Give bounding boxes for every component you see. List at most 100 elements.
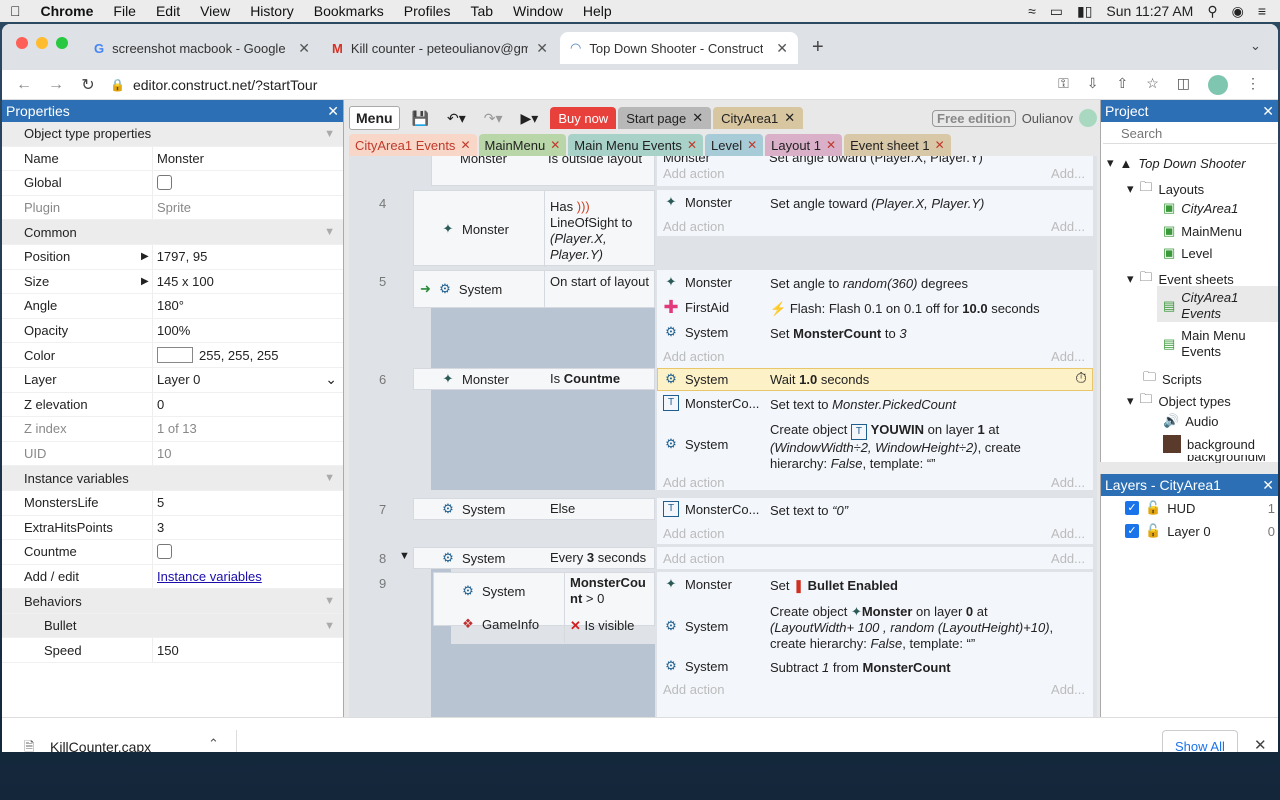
menu-window[interactable]: Window bbox=[503, 3, 573, 19]
expand-arrow-icon[interactable]: ▾ bbox=[1107, 155, 1114, 171]
key-icon[interactable]: ⚿ bbox=[1058, 75, 1069, 95]
add-action-link[interactable]: Add action bbox=[663, 526, 724, 541]
close-panel-icon[interactable]: ✕ bbox=[327, 103, 339, 120]
tree-layout-mainmenu[interactable]: ▣ MainMenu bbox=[1163, 223, 1242, 239]
siri-icon[interactable]: ◉ bbox=[1232, 3, 1244, 20]
menu-view[interactable]: View bbox=[190, 3, 240, 19]
tab-search-icon[interactable]: ⌄ bbox=[1250, 38, 1261, 54]
browser-tab-google[interactable]: G screenshot macbook - Google ✕ bbox=[84, 32, 320, 64]
side-panel-icon[interactable]: ◫ bbox=[1177, 75, 1190, 95]
menu-file[interactable]: File bbox=[103, 3, 146, 19]
property-section[interactable]: Instance variables ▼ bbox=[2, 466, 343, 491]
collapse-chevron-icon[interactable]: ▼ bbox=[324, 595, 343, 607]
color-swatch[interactable] bbox=[157, 347, 193, 364]
close-shelf-icon[interactable]: ✕ bbox=[1254, 736, 1267, 752]
menu-tab[interactable]: Tab bbox=[460, 3, 503, 19]
expand-arrow-icon[interactable]: ▾ bbox=[1127, 271, 1134, 287]
menu-bookmarks[interactable]: Bookmarks bbox=[304, 3, 394, 19]
tree-type-audio[interactable]: 🔊 Audio bbox=[1163, 413, 1218, 429]
menu-profiles[interactable]: Profiles bbox=[394, 3, 461, 19]
property-value[interactable]: Instance variables bbox=[152, 564, 343, 589]
profile-avatar[interactable] bbox=[1208, 74, 1228, 95]
document-tab[interactable]: Main Menu Events ✕ bbox=[568, 134, 703, 156]
event-3-conditions[interactable]: Monster Is outside layout bbox=[431, 156, 655, 186]
add-more-link[interactable]: Add... bbox=[1051, 551, 1085, 566]
event-6-actions[interactable]: ⚙ System Wait 1.0 seconds ⏱ T MonsterCo...… bbox=[657, 368, 1093, 490]
collapse-chevron-icon[interactable]: ▼ bbox=[324, 128, 343, 140]
buy-now-tab[interactable]: Buy now bbox=[550, 107, 617, 129]
user-avatar[interactable] bbox=[1079, 109, 1097, 127]
forward-icon[interactable]: → bbox=[44, 76, 68, 94]
property-value[interactable]: 1 of 13 bbox=[152, 417, 343, 441]
redo-icon[interactable]: ↷▾ bbox=[478, 106, 509, 130]
browser-tab-construct[interactable]: ◠ Top Down Shooter - Construct ✕ bbox=[560, 32, 798, 64]
document-tab[interactable]: CityArea1 Events ✕ bbox=[349, 134, 477, 156]
property-value[interactable]: ▶ 1797, 95 bbox=[141, 244, 343, 269]
menu-app[interactable]: Chrome bbox=[31, 3, 104, 19]
document-tab[interactable]: MainMenu ✕ bbox=[478, 134, 567, 156]
start-page-tab[interactable]: Start page ✕ bbox=[618, 107, 712, 129]
document-tab[interactable]: Event sheet 1 ✕ bbox=[844, 134, 951, 156]
property-value[interactable] bbox=[152, 540, 343, 564]
close-tab-icon[interactable]: ✕ bbox=[687, 138, 697, 152]
add-more-link[interactable]: Add... bbox=[1051, 349, 1085, 364]
save-icon[interactable]: 💾 bbox=[406, 106, 435, 130]
close-panel-icon[interactable]: ✕ bbox=[1262, 477, 1274, 494]
close-tab-icon[interactable]: ✕ bbox=[935, 138, 945, 152]
expand-arrow-icon[interactable]: ▾ bbox=[1127, 393, 1134, 409]
event-8-conditions[interactable]: ⚙ System Every 3 seconds bbox=[413, 547, 655, 569]
event-5-conditions[interactable]: ➜ ⚙ System On start of layout bbox=[413, 270, 655, 309]
event-4-actions[interactable]: ✦ Monster Set angle toward (Player.X, Pla… bbox=[657, 190, 1093, 236]
property-value[interactable]: Layer 0 ⌄ bbox=[152, 367, 343, 392]
property-value[interactable]: 150 bbox=[152, 638, 343, 663]
event-9-conditions[interactable]: ⚙ System ❖ GameInfo MonsterCou nt > 0 ✕ Is … bbox=[433, 572, 655, 643]
menu-history[interactable]: History bbox=[240, 3, 304, 19]
lock-icon[interactable]: 🔒 bbox=[110, 78, 125, 92]
install-icon[interactable]: ⇩ bbox=[1087, 75, 1099, 95]
wifi-icon[interactable]: ≈ bbox=[1028, 3, 1036, 19]
property-value[interactable]: 0 bbox=[152, 392, 343, 417]
add-action-link[interactable]: Add action bbox=[663, 551, 724, 566]
property-value[interactable]: 180° bbox=[152, 294, 343, 318]
add-more-link[interactable]: Add... bbox=[1051, 475, 1085, 490]
add-action-link[interactable]: Add action bbox=[663, 166, 724, 181]
battery-icon[interactable]: ▮▯ bbox=[1077, 3, 1092, 20]
add-action-link[interactable]: Add action bbox=[663, 682, 724, 697]
reload-icon[interactable]: ↻ bbox=[76, 75, 100, 95]
tree-type-backgroundm[interactable]: backgroundM bbox=[1163, 455, 1266, 463]
airplay-icon[interactable]: ▭ bbox=[1050, 3, 1063, 20]
property-value[interactable] bbox=[152, 171, 343, 195]
close-tab-icon[interactable]: ✕ bbox=[298, 40, 310, 57]
spotlight-icon[interactable]: ⚲ bbox=[1207, 3, 1217, 20]
tree-layout-cityarea1[interactable]: ▣ CityArea1 bbox=[1163, 200, 1238, 216]
collapse-chevron-icon[interactable]: ▼ bbox=[324, 226, 343, 238]
tree-folder-object-types[interactable]: ▾ 🗀 Object types bbox=[1127, 390, 1231, 412]
property-value[interactable]: 255, 255, 255 bbox=[152, 343, 343, 367]
close-tab-icon[interactable]: ✕ bbox=[536, 40, 548, 57]
close-tab-icon[interactable]: ✕ bbox=[460, 138, 470, 152]
url-field[interactable]: editor.construct.net/?startTour bbox=[133, 77, 317, 93]
tree-type-background[interactable]: background bbox=[1163, 435, 1255, 453]
menu-help[interactable]: Help bbox=[573, 3, 622, 19]
event-5-actions[interactable]: ✦ Monster Set angle to random(360) degree… bbox=[657, 270, 1093, 368]
event-3-actions[interactable]: Monster Set angle toward (Player.X, Play… bbox=[657, 156, 1093, 186]
property-value[interactable]: 100% bbox=[152, 318, 343, 343]
event-8-actions[interactable]: Add action Add... bbox=[657, 547, 1093, 569]
collapse-chevron-icon[interactable]: ▼ bbox=[324, 472, 343, 484]
menu-button[interactable]: Menu bbox=[349, 106, 400, 130]
back-icon[interactable]: ← bbox=[12, 76, 36, 94]
add-more-link[interactable]: Add... bbox=[1051, 166, 1085, 181]
close-tab-icon[interactable]: ✕ bbox=[784, 110, 795, 126]
property-value[interactable]: Monster bbox=[152, 146, 343, 171]
control-center-icon[interactable]: ≡ bbox=[1258, 3, 1266, 19]
property-value[interactable]: ▶ 145 x 100 bbox=[141, 269, 343, 294]
document-tab[interactable]: Layout 1 ✕ bbox=[765, 134, 843, 156]
lock-icon[interactable]: 🔓 bbox=[1145, 523, 1161, 539]
layer-visible-checkbox[interactable]: ✓ bbox=[1125, 501, 1139, 515]
user-name[interactable]: Oulianov bbox=[1022, 111, 1073, 126]
property-value[interactable]: 10 bbox=[152, 441, 343, 466]
event-7-actions[interactable]: T MonsterCo... Set text to “0” Add action… bbox=[657, 498, 1093, 544]
layer-row[interactable]: ✓ 🔓 HUD 1 bbox=[1125, 500, 1275, 516]
property-value[interactable]: 3 bbox=[152, 515, 343, 540]
download-filename[interactable]: KillCounter.capx bbox=[50, 739, 151, 752]
